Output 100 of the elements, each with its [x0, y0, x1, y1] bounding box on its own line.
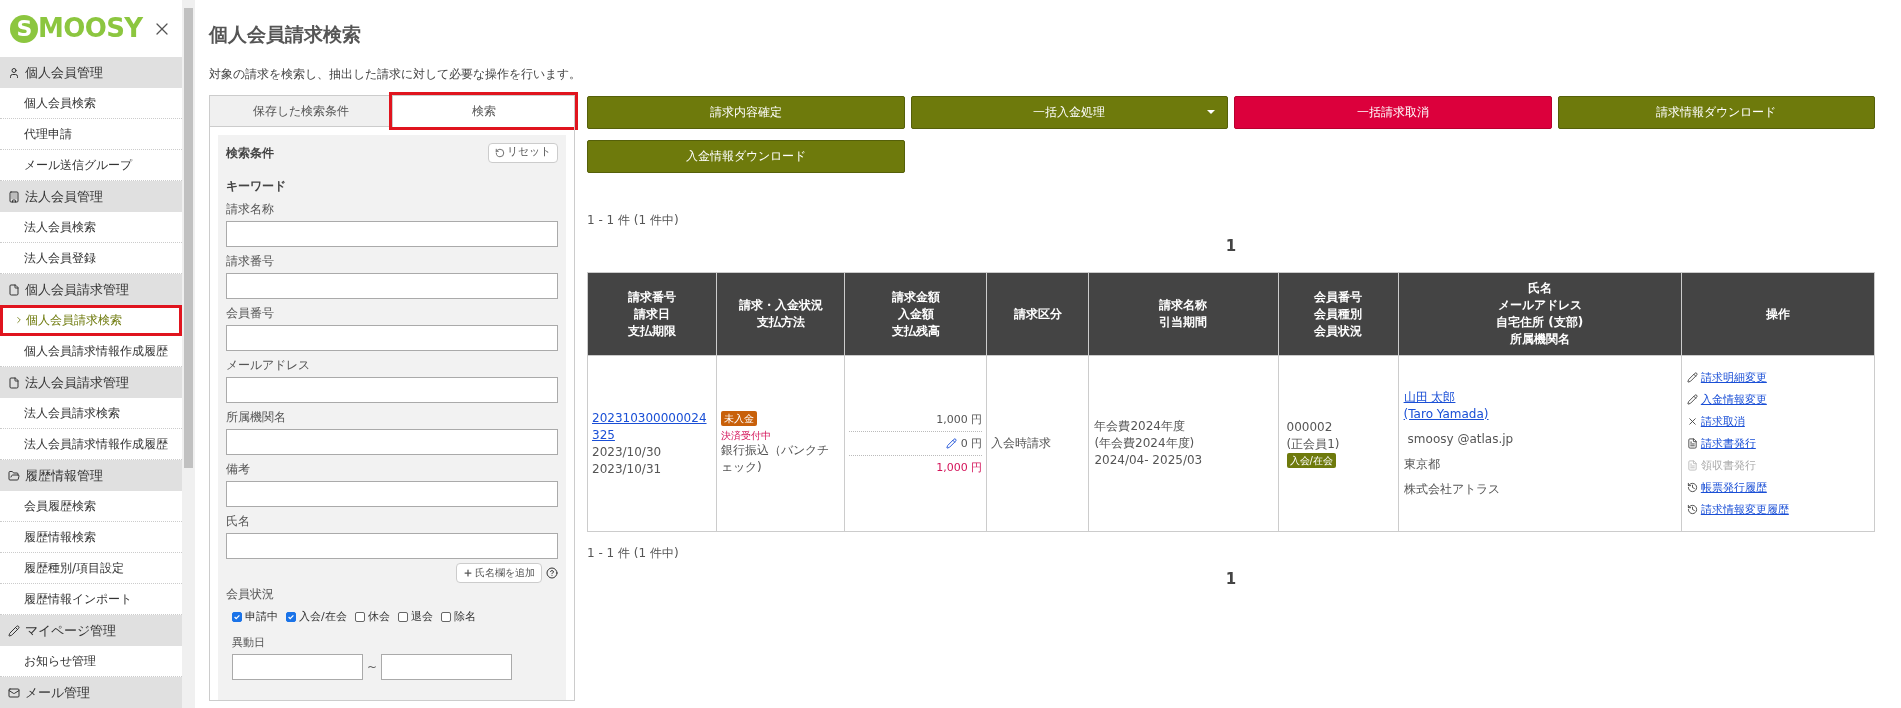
action-button[interactable]: 請求情報ダウンロード: [1557, 95, 1875, 129]
text-field[interactable]: [226, 428, 558, 455]
checkbox[interactable]: [354, 611, 365, 622]
checkbox[interactable]: [232, 611, 242, 622]
checkbox-label: 除名: [453, 608, 476, 625]
column-header: 請求金額 入金額 支払残高: [844, 272, 987, 356]
date-field[interactable]: [381, 653, 513, 680]
checkbox[interactable]: [397, 611, 408, 622]
history-icon: [1686, 482, 1698, 493]
check-icon: [287, 612, 295, 621]
scrollbar[interactable]: [182, 0, 195, 708]
member-name-link[interactable]: (Taro Yamada): [1403, 406, 1489, 423]
checkbox-label: 退会: [410, 608, 433, 625]
text-field[interactable]: [226, 480, 558, 507]
field-label: 所属機関名: [226, 408, 287, 425]
field-label: 備考: [226, 460, 251, 477]
field-label: 請求名称: [226, 200, 275, 217]
field-label: 請求番号: [226, 252, 275, 269]
sidebar-section[interactable]: 法人会員請求管理: [0, 367, 182, 398]
column-header: 請求区分: [986, 272, 1089, 356]
member-address: 東京都: [1403, 456, 1440, 473]
add-name-button[interactable]: 氏名欄を追加: [456, 562, 542, 583]
sidebar-section[interactable]: 履歴情報管理: [0, 460, 182, 491]
building-icon: [8, 190, 20, 203]
dropdown-caret-icon: [1207, 110, 1215, 114]
balance-amount: 1,000 円: [935, 460, 983, 476]
invoice-name-line: 2024/04- 2025/03: [1094, 452, 1204, 469]
result-count: 1 - 1 件 (1 件中): [587, 211, 680, 229]
chevron-icon: [14, 315, 24, 325]
due-date: 2023/10/31: [592, 460, 663, 478]
reset-icon: [495, 147, 505, 158]
action-button[interactable]: 入金情報ダウンロード: [587, 139, 905, 173]
sidebar-section[interactable]: 法人会員管理: [0, 181, 182, 212]
invoice-name-line: (年会費2024年度): [1094, 435, 1196, 452]
tab[interactable]: 保存した検索条件: [209, 94, 392, 127]
file-icon: [8, 283, 20, 296]
member-number: 000002: [1286, 419, 1333, 436]
operation-link[interactable]: 請求書発行: [1700, 435, 1756, 452]
operation-link[interactable]: 請求情報変更履歴: [1700, 501, 1789, 518]
tab[interactable]: 検索: [392, 94, 575, 127]
text-field[interactable]: [226, 532, 558, 559]
invoice-category: 入会時請求: [991, 436, 1052, 450]
column-header: 氏名 メールアドレス 自宅住所 (支部) 所属機関名: [1398, 272, 1682, 356]
operation-link[interactable]: 請求明細変更: [1700, 369, 1767, 386]
person-icon: [8, 66, 20, 79]
operation-link[interactable]: 帳票発行履歴: [1700, 479, 1767, 496]
document-icon: [1686, 438, 1698, 449]
history-icon: [1686, 504, 1698, 515]
range-separator: ~: [367, 658, 378, 676]
action-button[interactable]: 一括入金処理: [910, 95, 1228, 129]
member-status-badge: 入会/在会: [1286, 453, 1336, 468]
checkbox[interactable]: [440, 611, 451, 622]
panel-heading: 検索条件: [226, 144, 274, 162]
action-button[interactable]: 請求内容確定: [587, 95, 905, 129]
pencil-icon: [1686, 372, 1698, 383]
column-header: 請求名称 引当期間: [1088, 272, 1278, 356]
sidebar-section[interactable]: マイページ管理: [0, 615, 182, 646]
field-label: 氏名: [226, 512, 251, 529]
page-number[interactable]: 1: [1225, 568, 1237, 591]
column-header: 操作: [1681, 272, 1875, 356]
status-badge: 未入金: [721, 411, 758, 426]
plus-icon: [463, 567, 473, 578]
help-icon[interactable]: [546, 566, 558, 579]
operation-link[interactable]: 入金情報変更: [1700, 391, 1767, 408]
billed-amount: 1,000 円: [849, 408, 983, 432]
operation-link[interactable]: 請求取消: [1700, 413, 1745, 430]
page-number[interactable]: 1: [1225, 234, 1237, 257]
checkbox-label: 入会/在会: [299, 608, 347, 625]
payment-note: 決済受付中: [721, 429, 772, 442]
sidebar-section[interactable]: メール管理: [0, 677, 182, 708]
column-header: 請求番号 請求日 支払期限: [587, 272, 717, 356]
text-field[interactable]: [226, 220, 558, 247]
date-label: 異動日: [231, 635, 266, 651]
keyword-label: キーワード: [226, 177, 287, 195]
payment-method: 銀行振込（バンクチェック): [721, 442, 831, 476]
reset-button[interactable]: リセット: [488, 142, 558, 163]
check-icon: [233, 612, 241, 621]
member-type: (正会員1): [1286, 436, 1340, 453]
sidebar-section[interactable]: 個人会員管理: [0, 57, 182, 88]
checkbox[interactable]: [286, 611, 296, 622]
pencil-icon: [1686, 394, 1698, 405]
date-field[interactable]: [232, 653, 363, 680]
status-label: 会員状況: [226, 585, 275, 603]
invoice-link[interactable]: 202310300000024325: [592, 409, 713, 444]
text-field[interactable]: [226, 376, 558, 403]
text-field[interactable]: [226, 272, 558, 299]
edit-icon[interactable]: [945, 438, 957, 449]
paid-amount: 0 円: [960, 436, 983, 452]
invoice-name-line: 年会費2024年度: [1094, 418, 1186, 435]
text-field[interactable]: [226, 324, 558, 351]
document-icon: [1686, 460, 1698, 471]
page-title: 個人会員請求検索: [209, 22, 362, 47]
action-button[interactable]: 一括請求取消: [1234, 95, 1552, 129]
field-label: メールアドレス: [226, 356, 311, 373]
member-name-link[interactable]: 山田 太郎: [1403, 389, 1489, 406]
close-icon: [1686, 416, 1698, 427]
sidebar-section[interactable]: 個人会員請求管理: [0, 274, 182, 305]
result-count: 1 - 1 件 (1 件中): [587, 545, 680, 562]
sidebar-item[interactable]: 個人会員請求検索: [0, 305, 182, 336]
mail-icon: [8, 686, 20, 699]
